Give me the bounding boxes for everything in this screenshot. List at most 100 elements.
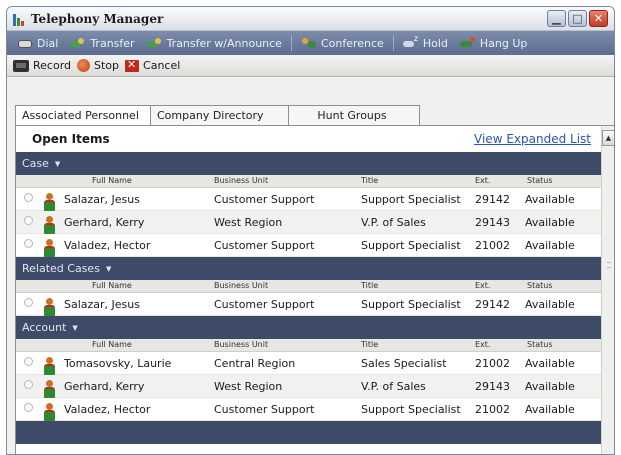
table-row[interactable]: Salazar, Jesus Customer Support Support … [16,188,602,211]
cell-full-name: Gerhard, Kerry [64,380,145,393]
cell-title: Support Specialist [361,403,461,416]
table-row[interactable]: Valadez, Hector Customer Support Support… [16,398,602,421]
column-header-business-unit[interactable]: Business Unit [214,176,268,185]
person-icon [43,403,55,421]
stop-button[interactable]: Stop [77,59,119,72]
transfer-button[interactable]: Transfer [66,35,138,52]
column-headers: Full Name Business Unit Title Ext. Statu… [16,280,602,293]
maximize-icon: □ [572,12,583,25]
column-header-business-unit[interactable]: Business Unit [214,281,268,290]
column-header-title[interactable]: Title [361,176,378,185]
view-expanded-list-link[interactable]: View Expanded List [474,132,591,146]
column-header-ext[interactable]: Ext. [475,281,490,290]
transfer-icon [70,37,86,49]
hold-button[interactable]: Hold [399,34,452,52]
hang-up-button[interactable]: Hang Up [456,35,532,52]
column-header-full-name[interactable]: Full Name [92,176,132,185]
title-bar: Telephony Manager ▁ □ ✕ [7,7,614,31]
chevron-down-icon: ▼ [54,159,61,168]
cell-ext: 29142 [475,193,510,206]
transfer-announce-button[interactable]: Transfer w/Announce [143,35,286,52]
cell-business-unit: Customer Support [214,239,315,252]
row-select-radio[interactable] [24,380,33,389]
cell-ext: 21002 [475,403,510,416]
dial-icon [17,37,33,49]
column-header-status[interactable]: Status [527,176,553,185]
cell-title: Support Specialist [361,193,461,206]
cell-full-name: Valadez, Hector [64,403,151,416]
scrollbar-grip[interactable] [603,244,614,284]
column-header-title[interactable]: Title [361,281,378,290]
hang-up-label: Hang Up [479,36,528,50]
column-header-title[interactable]: Title [361,340,378,349]
close-icon: ✕ [593,12,604,25]
cell-full-name: Salazar, Jesus [64,298,140,311]
chevron-down-icon: ▼ [105,264,112,273]
cell-business-unit: Customer Support [214,298,315,311]
close-button[interactable]: ✕ [589,10,608,27]
minimize-icon: ▁ [552,12,561,25]
column-header-status[interactable]: Status [527,340,553,349]
table-row[interactable]: Gerhard, Kerry West Region V.P. of Sales… [16,211,602,234]
stop-icon [77,59,91,72]
hold-label: Hold [422,36,448,50]
cell-status: Available [525,193,575,206]
table-row[interactable]: Gerhard, Kerry West Region V.P. of Sales… [16,375,602,398]
column-headers: Full Name Business Unit Title Ext. Statu… [16,339,602,352]
section-header-case[interactable]: Case ▼ [16,152,602,175]
record-button[interactable]: Record [13,59,71,72]
cell-business-unit: West Region [214,216,283,229]
tab-hunt-groups[interactable]: Hunt Groups [288,105,420,125]
record-icon [13,59,29,72]
dial-button[interactable]: Dial [13,35,62,52]
cell-ext: 21002 [475,357,510,370]
call-toolbar: Dial Transfer Transfer w/Announce Confer… [7,31,614,55]
table-row[interactable]: Valadez, Hector Customer Support Support… [16,234,602,257]
cell-business-unit: Central Region [214,357,296,370]
scroll-up-arrow-icon[interactable]: ▲ [602,130,614,146]
section-header-partial[interactable] [16,421,602,444]
column-header-status[interactable]: Status [527,281,553,290]
cell-full-name: Tomasovsky, Laurie [64,357,172,370]
cell-status: Available [525,357,575,370]
column-header-full-name[interactable]: Full Name [92,340,132,349]
table-row[interactable]: Salazar, Jesus Customer Support Support … [16,293,602,316]
cell-full-name: Gerhard, Kerry [64,216,145,229]
cancel-button[interactable]: Cancel [125,58,181,72]
cell-title: Support Specialist [361,239,461,252]
cell-ext: 29143 [475,380,510,393]
tab-company-directory[interactable]: Company Directory [150,105,289,125]
vertical-scrollbar[interactable]: ▲ [601,126,614,454]
person-icon [43,193,55,211]
tab-strip: Associated Personnel Company Directory H… [15,105,420,126]
row-select-radio[interactable] [24,193,33,202]
column-header-full-name[interactable]: Full Name [92,281,132,290]
person-icon [43,380,55,398]
column-header-ext[interactable]: Ext. [475,176,490,185]
row-select-radio[interactable] [24,239,33,248]
section-label: Case [22,157,49,170]
minimize-button[interactable]: ▁ [547,10,566,27]
cell-status: Available [525,380,575,393]
chevron-down-icon: ▼ [72,323,78,332]
row-select-radio[interactable] [24,403,33,412]
app-icon [13,12,27,26]
section-header-related-cases[interactable]: Related Cases ▼ [16,257,602,280]
column-header-ext[interactable]: Ext. [475,340,490,349]
tab-associated-personnel[interactable]: Associated Personnel [15,105,151,126]
open-items-heading: Open Items [32,132,110,146]
cancel-icon [125,58,140,72]
row-select-radio[interactable] [24,357,33,366]
row-select-radio[interactable] [24,298,33,307]
section-header-account[interactable]: Account ▼ [16,316,602,339]
table-row[interactable]: Tomasovsky, Laurie Central Region Sales … [16,352,602,375]
column-header-business-unit[interactable]: Business Unit [214,340,268,349]
cancel-label: Cancel [143,59,181,72]
maximize-button[interactable]: □ [568,10,587,27]
person-icon [43,298,55,316]
row-select-radio[interactable] [24,216,33,225]
transfer-announce-label: Transfer w/Announce [166,36,282,50]
conference-button[interactable]: Conference [297,35,388,52]
transfer-label: Transfer [90,36,135,50]
window-title: Telephony Manager [31,11,164,26]
